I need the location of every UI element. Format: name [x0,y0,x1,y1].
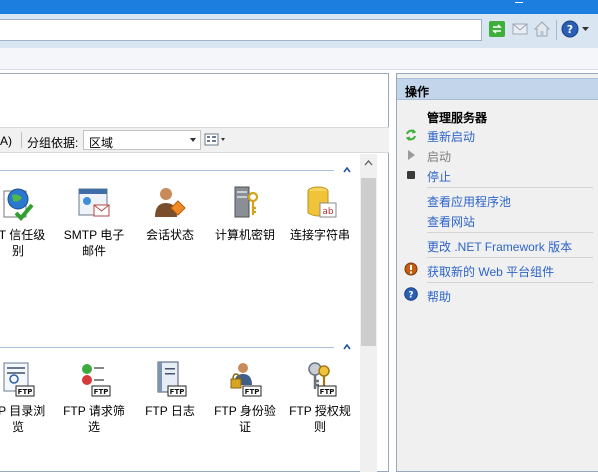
collapse-group-icon[interactable] [342,165,352,175]
filter-separator [21,132,22,148]
address-bar-row: ? [0,14,598,48]
group-divider [0,170,334,171]
features-panel: A) 分组依据: 区域 ET 信任级 别 [0,73,389,472]
group-divider [0,347,334,348]
collapse-group-icon[interactable] [342,342,352,352]
restart-icon [406,129,416,141]
group-by-value: 区域 [89,136,114,150]
feature-label: SMTP 电子 邮件 [63,228,125,258]
actions-pane: 操作 管理服务器 重新启动 启动 停止 查看应用程序池 查看网站 更改 .NET… [396,73,598,472]
session-state-icon [155,188,186,217]
get-web-platform-link[interactable]: 获取新的 Web 平台组件 [427,263,554,280]
feature-label: FTP 请求筛 选 [63,404,125,434]
web-platform-icon [404,262,418,276]
view-mode-icon[interactable] [203,132,227,148]
address-input[interactable] [0,19,482,41]
ftp-authorization-rules-icon: FTP [308,362,337,397]
svg-text:FTP: FTP [245,388,260,396]
help-icon[interactable]: ? [561,20,579,38]
change-net-framework-link[interactable]: 更改 .NET Framework 版本 [427,238,572,255]
actions-separator [427,232,593,233]
scroll-thumb[interactable] [361,178,376,346]
view-sites-link[interactable]: 查看网站 [427,213,475,230]
menu-strip [0,48,598,70]
svg-text:FTP: FTP [170,388,185,396]
svg-text:ab: ab [322,207,334,217]
feature-ftp-directory-browsing[interactable]: FTP TP 目录浏 览 [0,359,54,435]
feature-label: 连接字符串 [289,228,350,242]
actions-separator [427,282,593,283]
dropdown-caret-icon [190,138,196,142]
svg-text:FTP: FTP [94,388,109,396]
feature-label: FTP 授权规 则 [289,404,351,434]
minimize-icon[interactable] [515,0,523,4]
chevron-down-icon[interactable] [582,27,589,32]
start-icon [408,150,415,160]
vertical-scrollbar[interactable] [360,154,377,472]
svg-text:?: ? [567,23,573,36]
start-link[interactable]: 启动 [427,148,451,165]
feature-trust-level[interactable]: ET 信任级 别 [0,183,54,259]
feature-session-state[interactable]: 会话状态 [134,183,206,243]
feature-label: ET 信任级 别 [0,228,46,258]
ftp-authentication-icon: FTP [230,363,262,397]
feature-ftp-logging[interactable]: FTP FTP 日志 [134,359,206,419]
feature-ftp-authorization-rules[interactable]: FTP FTP 授权规 则 [284,359,356,435]
restart-link[interactable]: 重新启动 [427,128,475,145]
toolbar-separator [556,20,557,40]
help-link[interactable]: 帮助 [427,288,451,305]
feature-label: FTP 日志 [145,404,195,418]
window-title-bar [0,0,598,14]
svg-text:FTP: FTP [18,388,33,396]
actions-header: 操作 [397,78,598,100]
filter-bar: A) 分组依据: 区域 [0,127,389,153]
feature-connection-string[interactable]: ab 连接字符串 [284,183,356,243]
home-icon[interactable] [533,20,551,38]
group-by-select[interactable]: 区域 [83,130,201,150]
trust-level-icon [3,188,34,221]
feature-label: FTP 身份验 证 [214,404,276,434]
smtp-email-icon [78,188,110,217]
feature-label: 计算机密钥 [214,228,275,242]
svg-text:FTP: FTP [320,388,335,396]
actions-separator [427,187,593,188]
feature-smtp-email[interactable]: SMTP 电子 邮件 [58,183,130,259]
filter-prefix-text: A) [0,134,12,148]
scroll-up-icon[interactable] [360,156,377,170]
feature-machine-key[interactable]: 计算机密钥 [209,183,281,243]
mail-icon[interactable] [511,20,529,38]
ftp-request-filtering-icon: FTP [82,364,111,397]
help-icon: ? [404,287,418,301]
ftp-logging-icon: FTP [157,361,187,397]
view-app-pools-link[interactable]: 查看应用程序池 [427,193,511,210]
actions-separator [427,257,593,258]
feature-label: 会话状态 [145,228,194,242]
group-by-label: 分组依据: [27,136,79,150]
refresh-icon[interactable] [488,20,506,38]
feature-ftp-request-filtering[interactable]: FTP FTP 请求筛 选 [58,359,130,435]
svg-text:?: ? [408,291,413,301]
manage-server-heading: 管理服务器 [427,111,488,125]
machine-key-icon [234,186,259,218]
connection-string-icon: ab [307,186,337,218]
stop-link[interactable]: 停止 [427,168,451,185]
feature-label: TP 目录浏 览 [0,404,46,434]
stop-icon [407,171,415,179]
feature-ftp-authentication[interactable]: FTP FTP 身份验 证 [209,359,281,435]
ftp-directory-browsing-icon: FTP [3,362,35,397]
